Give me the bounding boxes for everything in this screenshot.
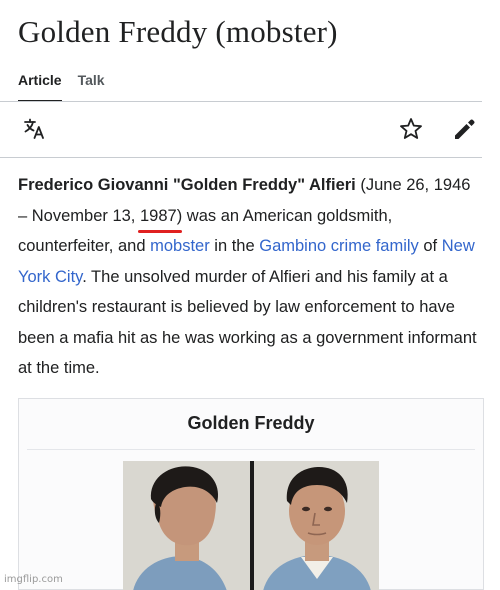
lead-text-4: . The unsolved murder of Alfieri and his… [18,267,477,378]
page-title: Golden Freddy (mobster) [18,14,338,49]
star-icon[interactable] [398,116,424,142]
lead-text-3: of [418,237,442,255]
watermark: imgflip.com [4,574,63,585]
lead-text-2: in the [209,237,260,255]
link-mobster[interactable]: mobster [150,237,210,255]
article-lead-paragraph: Frederico Giovanni "Golden Freddy" Alfie… [18,170,480,384]
translate-icon[interactable] [22,116,48,142]
tab-talk[interactable]: Talk [78,72,105,102]
death-year-highlighted: 1987) [137,201,183,233]
edit-icon[interactable] [451,116,477,142]
infobox-title: Golden Freddy [187,413,315,433]
infobox-divider [27,449,475,450]
mugshot-photo[interactable] [123,461,379,590]
infobox: Golden Freddy [18,398,484,590]
page-toolbar [0,102,482,158]
link-gambino-crime-family[interactable]: Gambino crime family [259,237,419,255]
tab-article[interactable]: Article [18,72,62,102]
article-subject-name: Frederico Giovanni "Golden Freddy" Alfie… [18,176,356,194]
toolbar-divider [0,157,482,158]
article-tabs: Article Talk [18,72,105,102]
